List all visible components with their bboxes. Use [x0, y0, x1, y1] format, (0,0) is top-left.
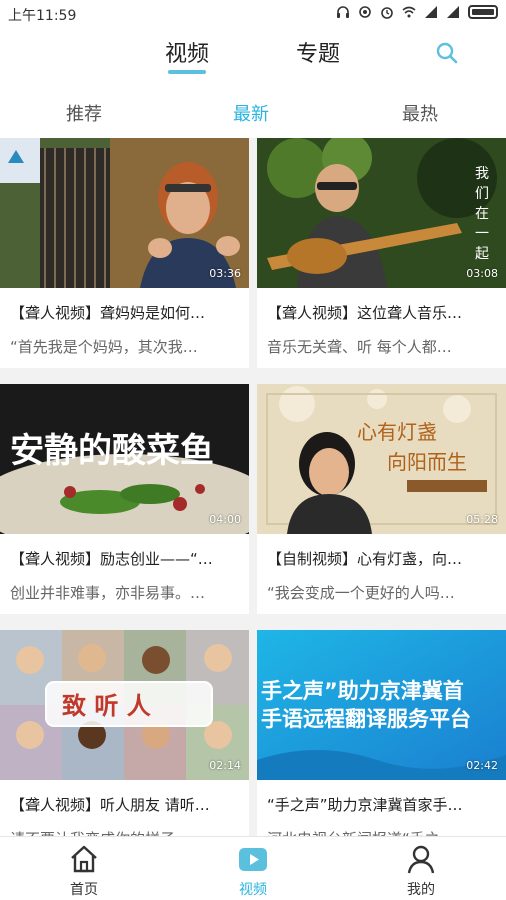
video-title[interactable]: 【聋人视频】励志创业——“… [10, 548, 241, 569]
nav-item-me[interactable]: 我的 [376, 843, 466, 899]
nav-item-video[interactable]: 视频 [208, 843, 298, 899]
thumbnail-overlay-text: 们 [475, 186, 489, 202]
thumbnail-overlay-text: 致 听 人 [62, 691, 151, 720]
video-thumbnail[interactable]: 03:36 [0, 138, 249, 288]
user-icon [407, 845, 435, 874]
battery-icon [468, 5, 498, 19]
bottom-nav: 首页 视频 我的 [0, 836, 506, 900]
tab-video[interactable]: 视频 [165, 36, 209, 68]
alarm-icon [381, 7, 393, 19]
nav-label-me: 我的 [407, 882, 435, 898]
video-title[interactable]: 【聋人视频】听人朋友 请听… [10, 794, 241, 815]
headphones-icon [337, 6, 349, 18]
video-thumbnail-image: 心有灯盏 向阳而生 [257, 384, 506, 534]
tab-topics[interactable]: 专题 [296, 36, 340, 68]
nav-item-home[interactable]: 首页 [39, 843, 129, 899]
search-icon[interactable] [436, 42, 458, 64]
signal-icon-2 [447, 6, 459, 18]
video-description: 创业并非难事，亦非易事。… [10, 584, 206, 602]
nav-label-home: 首页 [70, 882, 98, 898]
video-duration: 04:00 [209, 513, 241, 526]
video-duration: 03:08 [466, 267, 498, 280]
active-tab-indicator [168, 70, 206, 74]
thumbnail-overlay-text: 手语远程翻译服务平台 [261, 707, 471, 731]
thumbnail-overlay-text: 心有灯盏 [357, 420, 437, 444]
video-card[interactable]: 致 听 人 02:14 【聋人视频】听人朋友 请听… 请不要让我变成你的样子… [0, 630, 249, 860]
thumbnail-overlay-text: 我 [475, 166, 489, 182]
thumbnail-overlay-text: 安静的酸菜鱼 [10, 431, 214, 471]
video-title[interactable]: “手之声”助力京津冀首家手… [267, 794, 498, 815]
video-card[interactable]: 03:36 【聋人视频】聋妈妈是如何… “首先我是个妈妈，其次我… [0, 138, 249, 368]
video-thumbnail[interactable]: 我 们 在 一 起 03:08 [257, 138, 506, 288]
status-icons [336, 5, 498, 19]
thumbnail-overlay-text: 起 [475, 246, 489, 262]
thumbnail-overlay-text: 手之声”助力京津冀首 [261, 679, 464, 703]
video-thumbnail[interactable]: 手之声”助力京津冀首 手语远程翻译服务平台 02:42 [257, 630, 506, 780]
video-card[interactable]: 心有灯盏 向阳而生 05:28 【自制视频】心有灯盏，向… “我会变成一个更好的… [257, 384, 506, 614]
video-duration: 02:42 [466, 759, 498, 772]
video-title[interactable]: 【聋人视频】聋妈妈是如何… [10, 302, 241, 323]
thumbnail-overlay-text: 向阳而生 [387, 450, 467, 474]
top-header: 视频 专题 [0, 26, 506, 86]
video-description: “我会变成一个更好的人吗… [267, 584, 455, 602]
video-description: “首先我是个妈妈，其次我… [10, 338, 198, 356]
thumbnail-overlay-text: 在 [475, 206, 489, 222]
wifi-icon [402, 6, 416, 18]
status-bar: 上午11:59 [0, 0, 506, 26]
subtab-recommended[interactable]: 推荐 [66, 100, 102, 126]
subtab-bar: 推荐 最新 最热 [0, 86, 506, 138]
video-duration: 05:28 [466, 513, 498, 526]
video-thumbnail-image: 致 听 人 [0, 630, 249, 780]
video-thumbnail[interactable]: 心有灯盏 向阳而生 05:28 [257, 384, 506, 534]
video-thumbnail[interactable]: 安静的酸菜鱼 04:00 [0, 384, 249, 534]
nav-label-video: 视频 [239, 882, 267, 898]
subtab-hottest[interactable]: 最热 [402, 100, 438, 126]
video-duration: 03:36 [209, 267, 241, 280]
sync-icon [359, 6, 371, 18]
home-icon [71, 845, 97, 873]
video-title[interactable]: 【自制视频】心有灯盏，向… [267, 548, 498, 569]
video-card[interactable]: 手之声”助力京津冀首 手语远程翻译服务平台 02:42 “手之声”助力京津冀首家… [257, 630, 506, 860]
video-thumbnail-image: 安静的酸菜鱼 [0, 384, 249, 534]
video-description: 音乐无关聋、听 每个人都… [267, 338, 452, 356]
video-title[interactable]: 【聋人视频】这位聋人音乐… [267, 302, 498, 323]
video-card[interactable]: 安静的酸菜鱼 04:00 【聋人视频】励志创业——“… 创业并非难事，亦非易事。… [0, 384, 249, 614]
video-thumbnail-image: 手之声”助力京津冀首 手语远程翻译服务平台 [257, 630, 506, 780]
video-icon [239, 848, 267, 871]
video-card[interactable]: 我 们 在 一 起 03:08 【聋人视频】这位聋人音乐… 音乐无关聋、听 每个… [257, 138, 506, 368]
video-duration: 02:14 [209, 759, 241, 772]
video-thumbnail-image [0, 138, 249, 288]
status-time: 上午11:59 [8, 8, 77, 24]
video-thumbnail-image: 我 们 在 一 起 [257, 138, 506, 288]
video-thumbnail[interactable]: 致 听 人 02:14 [0, 630, 249, 780]
thumbnail-overlay-text: 一 [475, 226, 489, 242]
subtab-latest[interactable]: 最新 [233, 100, 269, 126]
signal-icon [425, 6, 437, 18]
